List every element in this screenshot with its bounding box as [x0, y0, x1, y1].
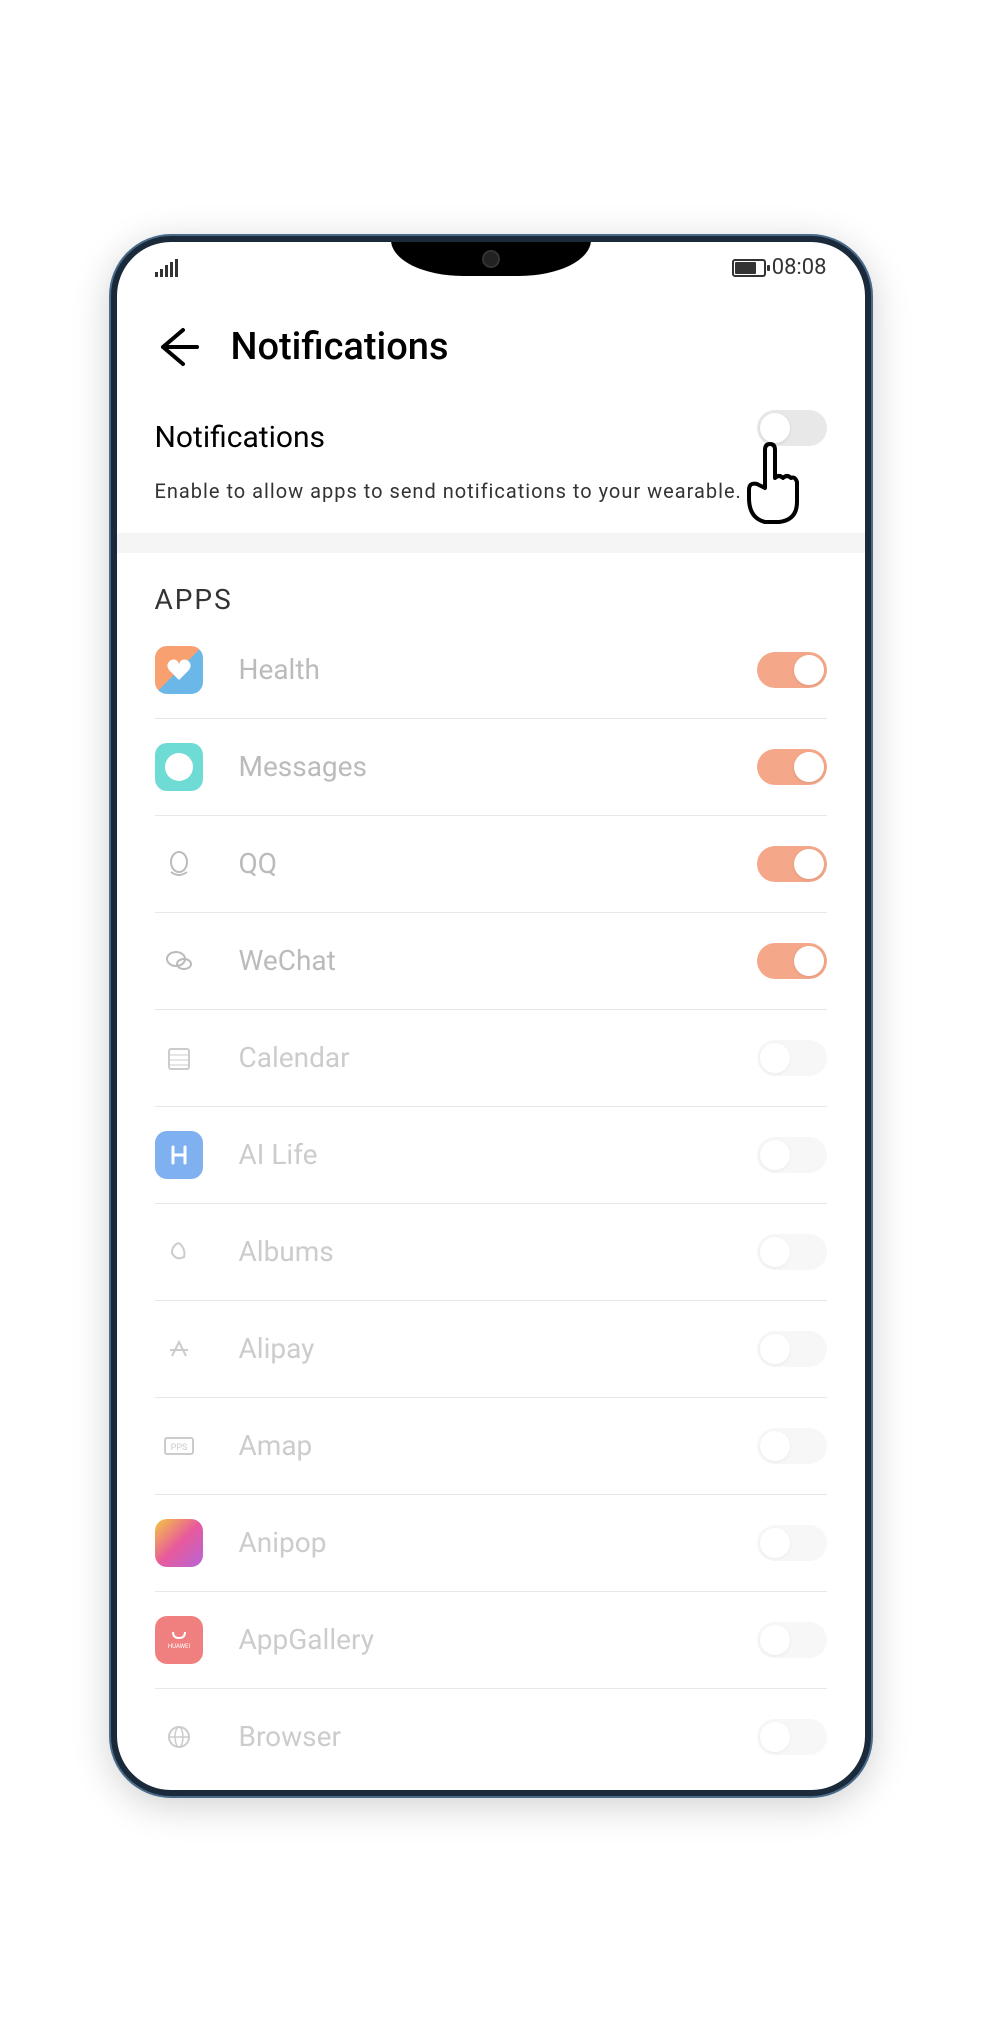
- section-divider: [117, 533, 865, 553]
- app-toggle-amap[interactable]: [757, 1428, 827, 1464]
- app-row-browser[interactable]: Browser: [155, 1689, 827, 1785]
- albums-icon: [155, 1228, 203, 1276]
- app-toggle-calendar[interactable]: [757, 1040, 827, 1076]
- app-label: Anipop: [239, 1526, 721, 1559]
- master-toggle-section: Notifications Enable to allow apps to se…: [117, 410, 865, 533]
- app-row-qq[interactable]: QQ: [155, 816, 827, 913]
- status-time: 08:08: [772, 255, 827, 280]
- battery-icon: [732, 259, 766, 277]
- appgallery-icon: HUAWEI: [155, 1616, 203, 1664]
- svg-text:PPS: PPS: [170, 1443, 187, 1453]
- app-label: WeChat: [239, 944, 721, 977]
- calendar-icon: [155, 1034, 203, 1082]
- app-label: AppGallery: [239, 1623, 721, 1656]
- app-toggle-albums[interactable]: [757, 1234, 827, 1270]
- app-row-ailife[interactable]: AI Life: [155, 1107, 827, 1204]
- alipay-icon: [155, 1325, 203, 1373]
- messages-icon: [155, 743, 203, 791]
- ailife-icon: [155, 1131, 203, 1179]
- app-label: Amap: [239, 1429, 721, 1462]
- svg-text:HUAWEI: HUAWEI: [167, 1643, 190, 1650]
- app-toggle-qq[interactable]: [757, 846, 827, 882]
- pointer-hand-icon: [735, 440, 805, 530]
- app-toggle-appgallery[interactable]: [757, 1622, 827, 1658]
- app-label: Alipay: [239, 1332, 721, 1365]
- app-toggle-messages[interactable]: [757, 749, 827, 785]
- app-toggle-anipop[interactable]: [757, 1525, 827, 1561]
- app-row-calendar[interactable]: Calendar: [155, 1010, 827, 1107]
- app-toggle-wechat[interactable]: [757, 943, 827, 979]
- app-toggle-alipay[interactable]: [757, 1331, 827, 1367]
- app-label: AI Life: [239, 1138, 721, 1171]
- app-label: Messages: [239, 750, 721, 783]
- app-label: QQ: [239, 847, 721, 880]
- page-header: Notifications: [117, 294, 865, 410]
- app-label: Calendar: [239, 1041, 721, 1074]
- app-row-health[interactable]: Health: [155, 636, 827, 719]
- app-row-albums[interactable]: Albums: [155, 1204, 827, 1301]
- master-toggle-label: Notifications: [155, 420, 827, 455]
- back-arrow-icon[interactable]: [155, 324, 201, 370]
- app-toggle-ailife[interactable]: [757, 1137, 827, 1173]
- app-label: Albums: [239, 1235, 721, 1268]
- app-row-wechat[interactable]: WeChat: [155, 913, 827, 1010]
- page-title: Notifications: [231, 325, 449, 369]
- app-label: Browser: [239, 1720, 721, 1753]
- anipop-icon: [155, 1519, 203, 1567]
- health-icon: [155, 646, 203, 694]
- app-row-messages[interactable]: Messages: [155, 719, 827, 816]
- app-label: Health: [239, 653, 721, 686]
- app-row-alipay[interactable]: Alipay: [155, 1301, 827, 1398]
- status-right: 08:08: [732, 255, 827, 280]
- app-toggle-browser[interactable]: [757, 1719, 827, 1755]
- app-row-amap[interactable]: PPS Amap: [155, 1398, 827, 1495]
- app-row-appgallery[interactable]: HUAWEI AppGallery: [155, 1592, 827, 1689]
- qq-icon: [155, 840, 203, 888]
- app-row-anipop[interactable]: Anipop: [155, 1495, 827, 1592]
- screen: 08:08 Notifications Notifications Enable…: [117, 242, 865, 1790]
- app-toggle-health[interactable]: [757, 652, 827, 688]
- master-toggle-description: Enable to allow apps to send notificatio…: [155, 479, 827, 503]
- signal-icon: [155, 259, 178, 277]
- apps-list: Health Messages QQ WeChat: [117, 636, 865, 1785]
- phone-frame: 08:08 Notifications Notifications Enable…: [111, 236, 871, 1796]
- apps-section-title: APPS: [117, 553, 865, 636]
- browser-icon: [155, 1713, 203, 1761]
- wechat-icon: [155, 937, 203, 985]
- amap-icon: PPS: [155, 1422, 203, 1470]
